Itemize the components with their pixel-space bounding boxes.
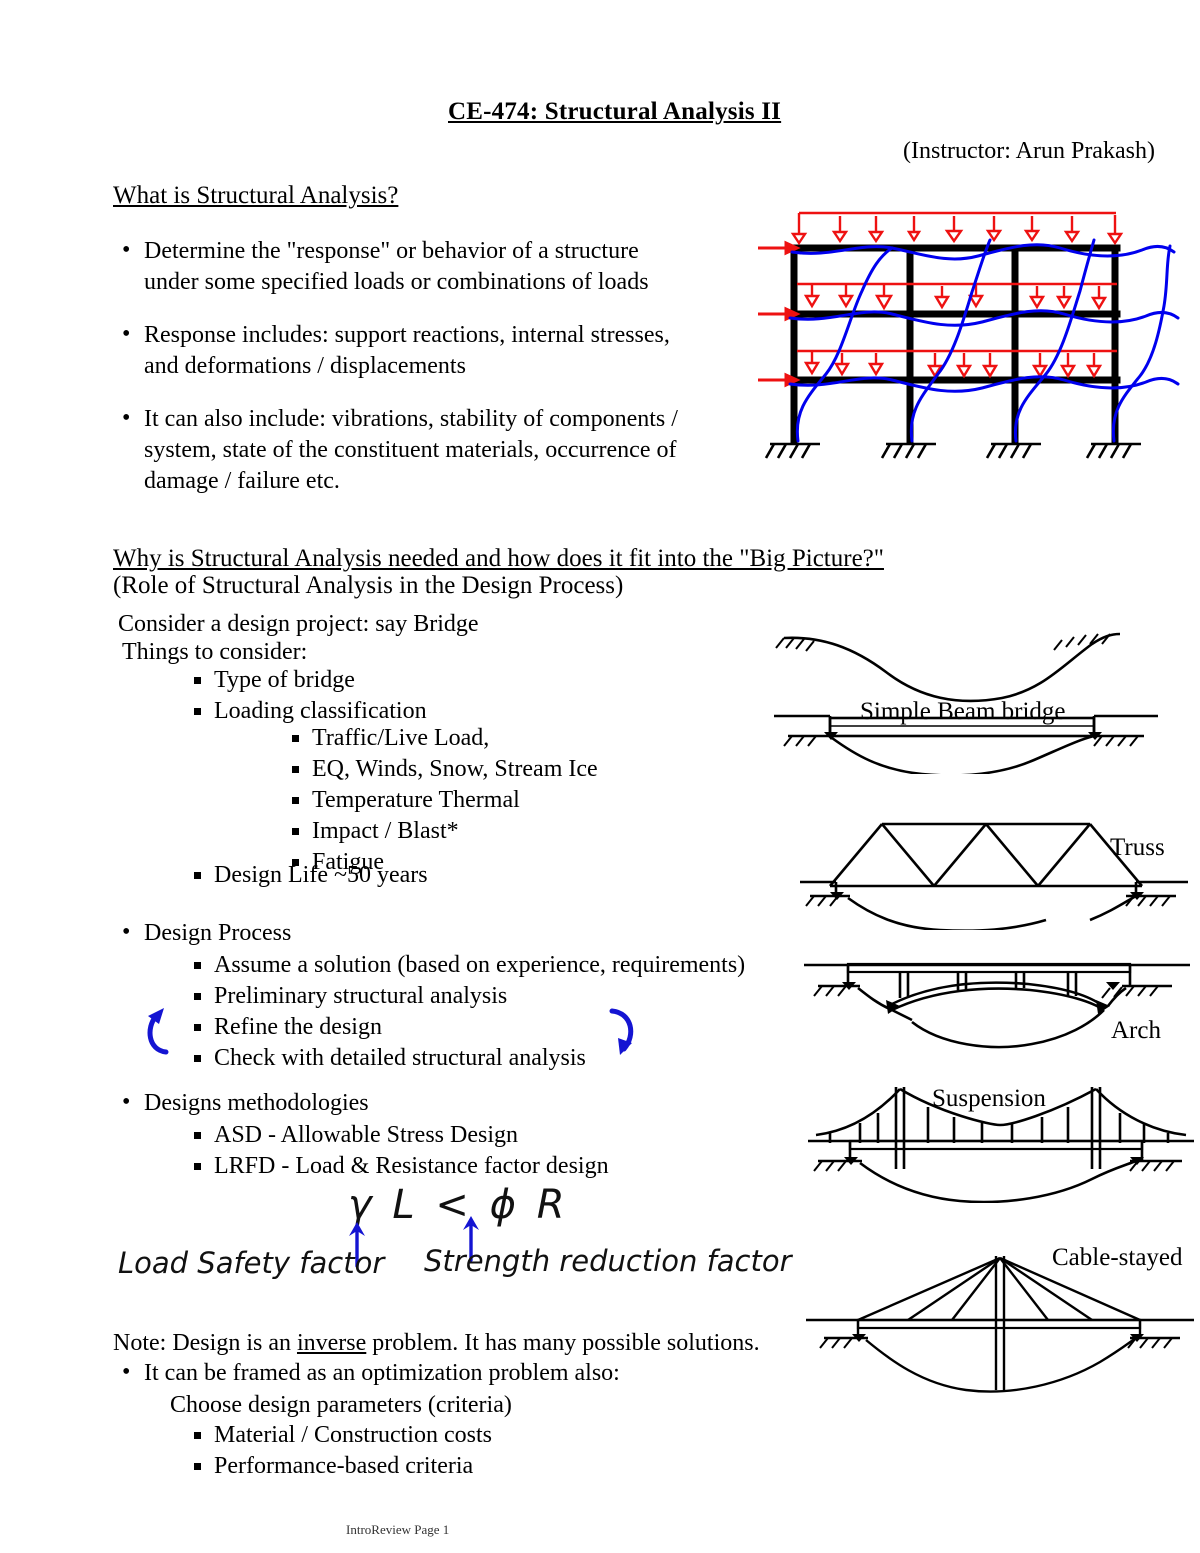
optimization-bullet: It can be framed as an optimization prob…	[118, 1357, 798, 1389]
methodologies-block: Designs methodologies	[118, 1087, 798, 1119]
bridge-label-simple-beam: Simple Beam bridge	[860, 698, 1066, 725]
list-item-label: LRFD - Load & Resistance factor design	[214, 1153, 609, 1179]
list-item: EQ, Winds, Snow, Stream Ice	[288, 754, 708, 785]
list-item: Determine the "response" or behavior of …	[118, 235, 738, 298]
list-item: Check with detailed structural analysis	[190, 1043, 810, 1074]
list-item-label: Traffic/Live Load,	[312, 725, 490, 751]
handwritten-annotation-right: Strength reduction factor	[424, 1244, 792, 1278]
frame-columns-lower	[792, 380, 1117, 441]
note-suffix: problem. It has many possible solutions.	[366, 1330, 760, 1356]
lecture-note-page: CE-474: Structural Analysis II (Instruct…	[0, 0, 1200, 1553]
list-item: Impact / Blast*	[288, 816, 708, 847]
handwritten-annotation-left: Load Safety factor	[118, 1246, 385, 1280]
instructor-line: (Instructor: Arun Prakash)	[903, 138, 1155, 164]
bullet-line: under some specified loads or combinatio…	[144, 269, 649, 295]
arch-bridge-svg	[804, 962, 1190, 1049]
bullet-line: and deformations / displacements	[144, 353, 466, 379]
page-title: CE-474: Structural Analysis II	[448, 98, 782, 125]
list-item: Material / Construction costs	[190, 1420, 810, 1451]
design-life-item: Design Life ~50 years	[190, 860, 634, 891]
bridge-label-cable-stayed: Cable-stayed	[1052, 1244, 1183, 1271]
bridge-label-truss: Truss	[1110, 834, 1165, 861]
section-subheading-role: (Role of Structural Analysis in the Desi…	[113, 572, 624, 599]
bullet-line: system, state of the constituent materia…	[144, 437, 677, 463]
list-item-label: Check with detailed structural analysis	[214, 1045, 586, 1071]
list-item: LRFD - Load & Resistance factor design	[190, 1151, 810, 1182]
page-footer: IntroReview Page 1	[346, 1522, 450, 1537]
list-item: Traffic/Live Load,	[288, 723, 708, 754]
list-item: Temperature Thermal	[288, 785, 708, 816]
design-process-block: Design Process	[118, 917, 798, 949]
what-is-bullet-list: Determine the "response" or behavior of …	[118, 235, 738, 497]
list-item-label: Type of bridge	[214, 667, 355, 693]
list-item-label: Loading classification	[214, 698, 427, 724]
section-heading-why-is: Why is Structural Analysis needed and ho…	[113, 545, 884, 572]
list-item-label: Impact / Blast*	[312, 818, 459, 844]
list-item-label: Refine the design	[214, 1014, 382, 1040]
list-item-label: Performance-based criteria	[214, 1453, 474, 1479]
note-inverse-problem: Note: Design is an inverse problem. It h…	[113, 1328, 760, 1359]
bridge-support-icon	[830, 892, 1144, 900]
bullet-line: Response includes: support reactions, in…	[144, 322, 670, 348]
list-item: Designs methodologies	[118, 1087, 798, 1119]
methodology-items: ASD - Allowable Stress Design LRFD - Loa…	[190, 1120, 810, 1182]
list-item: Type of bridge	[190, 665, 610, 696]
bullet-line: It can also include: vibrations, stabili…	[144, 406, 678, 432]
note-prefix: Note: Design is an	[113, 1330, 297, 1356]
frame-diagram-svg	[758, 211, 1180, 459]
bullet-line: damage / failure etc.	[144, 468, 340, 494]
multistory-frame-figure	[742, 196, 1200, 486]
list-item: Response includes: support reactions, in…	[118, 319, 738, 382]
list-item: ASD - Allowable Stress Design	[190, 1120, 810, 1151]
arch-bridge-figure	[800, 952, 1200, 1067]
list-item: It can be framed as an optimization prob…	[118, 1357, 798, 1389]
list-item: Assume a solution (based on experience, …	[190, 950, 810, 981]
list-item: Preliminary structural analysis	[190, 981, 810, 1012]
feedback-arrow-right-icon	[604, 1005, 648, 1063]
consideration-list: Type of bridge Loading classification	[190, 665, 610, 727]
list-item-label: It can be framed as an optimization prob…	[144, 1360, 620, 1386]
loading-classification-list: Traffic/Live Load, EQ, Winds, Snow, Stre…	[288, 723, 708, 878]
list-item-label: EQ, Winds, Snow, Stream Ice	[312, 756, 598, 782]
simple-beam-bridge-figure	[762, 614, 1200, 777]
list-item-label: Temperature Thermal	[312, 787, 520, 813]
list-item: Design Process	[118, 917, 798, 949]
consider-project-line: Consider a design project: say Bridge	[118, 611, 479, 637]
list-item-label: Design Life ~50 years	[214, 862, 428, 888]
bullet-line: Determine the "response" or behavior of …	[144, 238, 639, 264]
list-item-label: Material / Construction costs	[214, 1422, 492, 1448]
truss-bridge-svg	[800, 822, 1188, 932]
truss-bridge-figure	[790, 810, 1200, 932]
simple-beam-bridge-svg	[774, 632, 1158, 777]
choose-design-parameters: Choose design parameters (criteria)	[170, 1392, 512, 1418]
list-item: It can also include: vibrations, stabili…	[118, 403, 738, 497]
feedback-arrow-left-icon	[140, 1000, 180, 1060]
list-item-label: Designs methodologies	[144, 1090, 369, 1116]
bridge-label-arch: Arch	[1111, 1017, 1161, 1044]
list-item-label: Design Process	[144, 920, 292, 946]
things-to-consider-line: Things to consider:	[122, 639, 308, 665]
section-heading-what-is: What is Structural Analysis?	[113, 182, 399, 209]
bridge-label-suspension: Suspension	[932, 1085, 1046, 1112]
list-item-label: Preliminary structural analysis	[214, 983, 508, 1009]
note-emphasis: inverse	[296, 1330, 367, 1356]
list-item: Performance-based criteria	[190, 1451, 810, 1482]
frame-supports	[764, 442, 1141, 459]
design-process-steps: Assume a solution (based on experience, …	[190, 950, 810, 1074]
list-item-label: ASD - Allowable Stress Design	[214, 1122, 518, 1148]
bridge-support-icon	[852, 1334, 1144, 1342]
list-item: Refine the design	[190, 1012, 810, 1043]
criteria-list: Material / Construction costs Performanc…	[190, 1420, 810, 1482]
list-item-label: Assume a solution (based on experience, …	[214, 952, 746, 978]
distributed-load-arrows	[790, 211, 1124, 379]
deformed-shape	[788, 238, 1180, 443]
